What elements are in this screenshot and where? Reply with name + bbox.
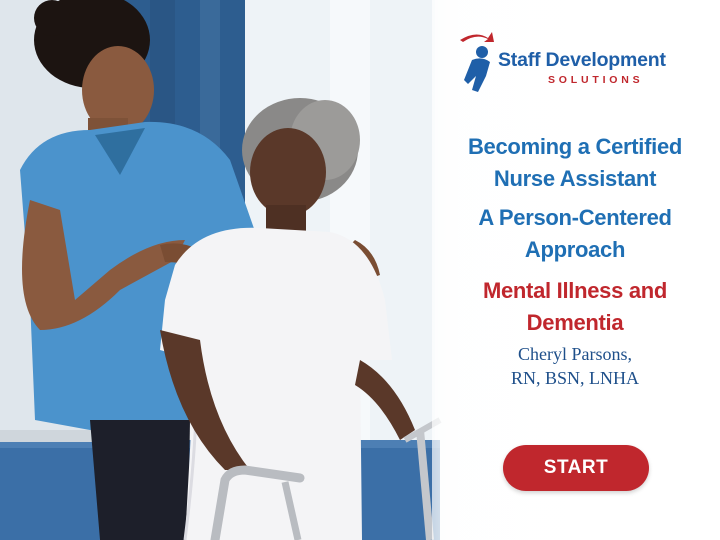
- company-logo: Staff Development SOLUTIONS: [458, 30, 698, 96]
- logo-person-icon: [460, 32, 494, 92]
- author-credentials: RN, BSN, LNHA: [510, 368, 639, 388]
- start-button[interactable]: START: [503, 445, 649, 491]
- author-info: Cheryl Parsons, RN, BSN, LNHA: [440, 342, 710, 390]
- author-name: Cheryl Parsons,: [518, 344, 632, 364]
- course-title: Becoming a Certified Nurse Assistant: [467, 134, 683, 191]
- approach-title: A Person-Centered Approach: [478, 205, 672, 262]
- module-title: Mental Illness and Dementia: [482, 278, 668, 335]
- logo-subname: SOLUTIONS: [548, 74, 644, 86]
- logo-name: Staff Development: [498, 49, 666, 71]
